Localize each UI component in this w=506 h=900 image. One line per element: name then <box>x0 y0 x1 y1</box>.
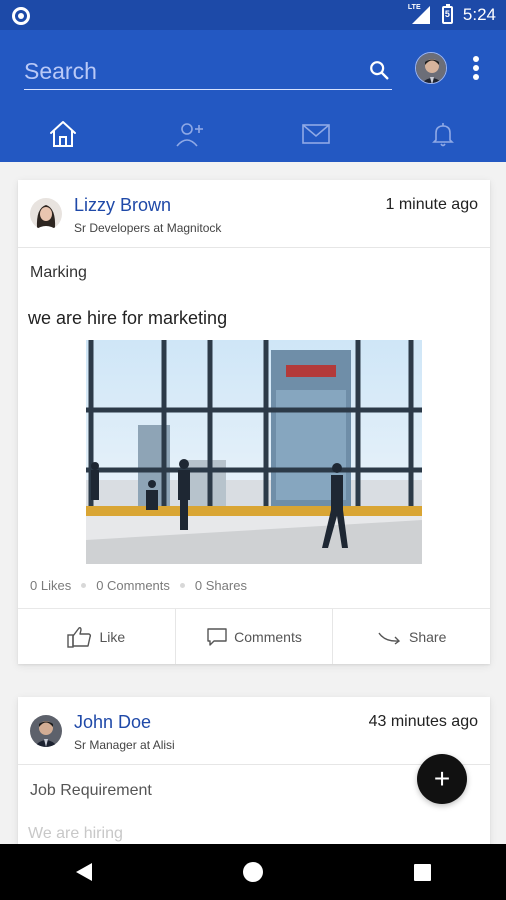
author-role: Sr Manager at Alisi <box>74 738 175 752</box>
author-avatar[interactable] <box>30 715 62 747</box>
like-label: Like <box>99 628 126 645</box>
comments-button[interactable]: Comments <box>176 609 334 664</box>
mail-icon <box>302 124 331 144</box>
author-avatar[interactable] <box>30 198 62 230</box>
bell-icon <box>431 123 454 147</box>
status-right-cluster: LTE 5 5:24 <box>408 4 496 25</box>
plus-icon: + <box>433 763 451 794</box>
likes-count[interactable]: 0 Likes <box>30 578 71 593</box>
status-bar: LTE 5 5:24 <box>0 0 506 30</box>
separator-dot <box>81 583 87 588</box>
tab-add-friend[interactable] <box>150 114 230 154</box>
add-post-button[interactable]: + <box>417 754 467 804</box>
app-bar <box>0 30 506 162</box>
search-icon[interactable] <box>368 59 390 81</box>
post-text: We are hiring <box>28 825 123 842</box>
battery-level: 5 <box>444 9 450 19</box>
user-avatar[interactable] <box>415 52 447 84</box>
status-time: 5:24 <box>462 5 496 24</box>
search-input[interactable] <box>24 56 354 86</box>
share-label: Share <box>409 628 447 645</box>
notification-circle-icon <box>12 7 30 25</box>
post-header: John Doe Sr Manager at Alisi 43 minutes … <box>18 697 490 765</box>
author-name[interactable]: John Doe <box>74 712 151 733</box>
recent-apps-icon[interactable] <box>413 863 431 881</box>
like-button[interactable]: Like <box>18 609 176 664</box>
home-icon <box>50 121 77 147</box>
person-add-icon <box>176 123 203 147</box>
tab-bar <box>0 114 506 154</box>
post-text: we are hire for marketing <box>28 308 228 328</box>
battery-icon: 5 <box>441 4 453 24</box>
search-bar <box>24 54 392 90</box>
separator-dot <box>179 583 185 588</box>
thumbs-up-icon <box>67 626 92 648</box>
tab-messages[interactable] <box>276 114 356 154</box>
tab-notifications[interactable] <box>403 114 483 154</box>
post-category: Marking <box>30 264 87 281</box>
post-header: Lizzy Brown Sr Developers at Magnitock 1… <box>18 180 490 248</box>
post-stats: 0 Likes 0 Comments 0 Shares <box>30 578 247 593</box>
signal-icon: LTE <box>408 4 432 24</box>
tab-home[interactable] <box>23 114 103 154</box>
post-card: Lizzy Brown Sr Developers at Magnitock 1… <box>18 180 490 664</box>
share-arrow-icon <box>378 632 401 645</box>
post-time: 43 minutes ago <box>368 713 478 730</box>
comments-count[interactable]: 0 Comments <box>96 578 170 593</box>
system-navigation-bar <box>0 844 506 900</box>
back-icon[interactable] <box>75 863 92 881</box>
comment-icon <box>207 627 227 646</box>
post-actions: Like Comments Share <box>18 608 490 664</box>
post-image[interactable] <box>86 340 422 564</box>
shares-count[interactable]: 0 Shares <box>195 578 247 593</box>
author-name[interactable]: Lizzy Brown <box>74 195 171 216</box>
home-button-icon[interactable] <box>242 862 263 882</box>
post-time: 1 minute ago <box>385 196 478 213</box>
share-button[interactable]: Share <box>333 609 490 664</box>
author-role: Sr Developers at Magnitock <box>74 221 222 235</box>
more-options-icon[interactable] <box>468 54 484 82</box>
post-category: Job Requirement <box>30 782 152 799</box>
comments-label: Comments <box>234 628 302 645</box>
